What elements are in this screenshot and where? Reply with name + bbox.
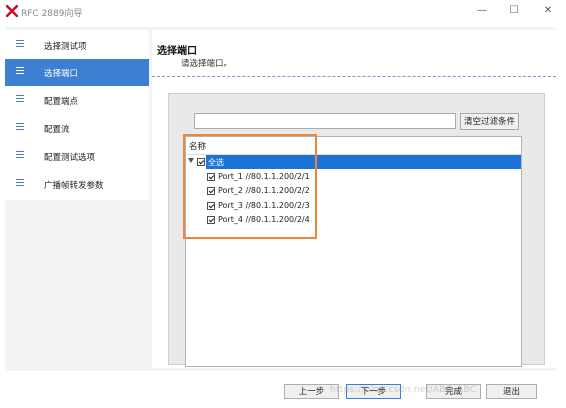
page-title: 选择端口 xyxy=(157,46,197,57)
port-checkbox[interactable] xyxy=(207,202,215,210)
tree-row-port-4[interactable]: Port_4 //80.1.1.200/2/4 xyxy=(204,213,504,227)
maximize-icon[interactable]: ☐ xyxy=(505,3,523,19)
port-checkbox[interactable] xyxy=(207,216,215,224)
prev-button[interactable]: 上一步 xyxy=(284,384,339,399)
tree-row-label: Port_4 //80.1.1.200/2/4 xyxy=(218,215,310,224)
minimize-icon[interactable]: — xyxy=(473,3,491,19)
list-icon xyxy=(16,67,24,75)
next-button[interactable]: 下一步 xyxy=(346,384,401,399)
tree-row-label: 全选 xyxy=(208,158,224,167)
finish-button[interactable]: 完成 xyxy=(426,384,481,399)
sidebar-item-label: 配置端点 xyxy=(44,97,79,107)
tree-row-label: Port_3 //80.1.1.200/2/3 xyxy=(218,201,310,210)
app-logo-icon xyxy=(6,5,18,17)
column-header-name: 名称 xyxy=(189,142,207,152)
list-icon xyxy=(16,123,24,131)
select-all-checkbox[interactable] xyxy=(197,158,205,166)
tree-column-header[interactable]: 名称 xyxy=(186,137,521,155)
sidebar-item-configure-streams[interactable]: 配置流 xyxy=(5,115,149,142)
tree-row-port-1[interactable]: Port_1 //80.1.1.200/2/1 xyxy=(204,170,504,184)
tree-row-select-all[interactable]: 全选 xyxy=(206,155,521,169)
sidebar-item-label: 配置流 xyxy=(44,125,70,135)
sidebar-item-configure-endpoints[interactable]: 配置端点 xyxy=(5,87,149,114)
port-checkbox[interactable] xyxy=(207,173,215,181)
sidebar-item-label: 选择测试项 xyxy=(44,42,87,52)
list-icon xyxy=(16,151,24,159)
list-icon xyxy=(16,179,24,187)
close-icon[interactable]: ✕ xyxy=(539,3,557,19)
sidebar-item-label: 选择端口 xyxy=(44,69,79,79)
list-icon xyxy=(16,95,24,103)
sidebar-item-select-test[interactable]: 选择测试项 xyxy=(5,32,149,59)
exit-button[interactable]: 退出 xyxy=(486,384,537,399)
tree-row-port-2[interactable]: Port_2 //80.1.1.200/2/2 xyxy=(204,184,504,198)
sidebar-item-label: 配置测试选项 xyxy=(44,153,96,163)
port-tree[interactable]: 名称 全选 Port_1 //80.1.1.200/2/1 Port_2 //8… xyxy=(185,136,522,367)
tree-row-port-3[interactable]: Port_3 //80.1.1.200/2/3 xyxy=(204,199,504,213)
collapse-arrow-icon[interactable] xyxy=(188,158,194,163)
sidebar-empty-area xyxy=(5,200,149,368)
title-bar: RFC 2889向导 — ☐ ✕ xyxy=(0,0,566,24)
window-title: RFC 2889向导 xyxy=(21,9,83,19)
tree-row-label: Port_2 //80.1.1.200/2/2 xyxy=(218,186,310,195)
list-icon xyxy=(16,40,24,48)
clear-filter-button[interactable]: 清空过滤条件 xyxy=(460,113,519,130)
header-divider xyxy=(152,76,556,77)
sidebar-item-select-port[interactable]: 选择端口 xyxy=(5,59,149,86)
port-checkbox[interactable] xyxy=(207,187,215,195)
sidebar-item-test-options[interactable]: 配置测试选项 xyxy=(5,143,149,170)
filter-input[interactable] xyxy=(194,113,456,129)
tree-row-label: Port_1 //80.1.1.200/2/1 xyxy=(218,172,310,181)
sidebar-item-label: 广播帧转发参数 xyxy=(44,181,104,191)
sidebar-item-broadcast-params[interactable]: 广播帧转发参数 xyxy=(5,171,149,198)
page-subtitle: 请选择端口。 xyxy=(181,59,233,69)
